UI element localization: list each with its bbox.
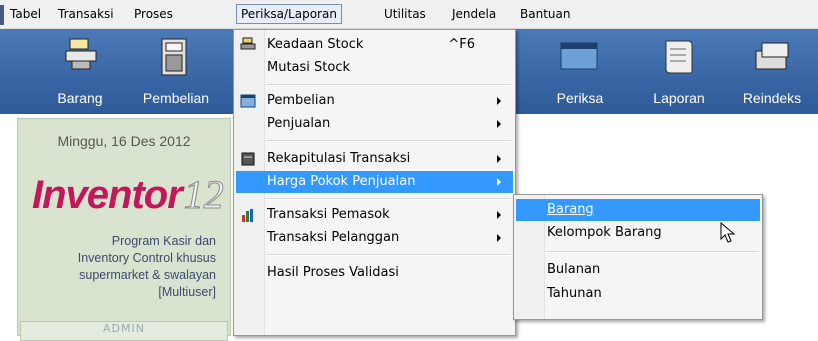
submenu-item-tahunan[interactable]: Tahunan [516, 283, 760, 305]
current-date: Minggu, 16 Des 2012 [57, 133, 191, 149]
menu-separator [266, 84, 511, 86]
desc-line: [Multiuser] [158, 285, 216, 299]
app-description: Program Kasir dan Inventory Control khus… [78, 233, 216, 301]
toolbar-pembelian-button[interactable]: Pembelian [126, 29, 226, 114]
menu-item-label: Harga Pokok Penjualan [267, 174, 416, 189]
menu-bar: Tabel Transaksi Proses Periksa/Laporan U… [0, 0, 818, 29]
toolbar-label: Pembelian [142, 90, 210, 106]
mouse-cursor-icon [720, 222, 736, 243]
menu-item-label: Mutasi Stock [267, 60, 351, 75]
menu-item-label: Keadaan Stock [267, 37, 364, 52]
menu-item-label: Penjualan [267, 116, 331, 131]
menu-item-mutasi-stock[interactable]: Mutasi Stock [236, 57, 513, 79]
menu-item-shortcut: ^F6 [448, 37, 475, 52]
harga-pokok-submenu: Barang Kelompok Barang Bulanan Tahunan [513, 194, 763, 320]
toolbar-laporan-button[interactable]: Laporan [642, 29, 716, 114]
stacked-boxes-icon [755, 42, 789, 70]
menu-separator [266, 198, 511, 200]
menu-item-label: Tahunan [547, 286, 602, 301]
desc-line: supermarket & swalayan [79, 268, 216, 282]
submenu-arrow-icon [497, 120, 501, 128]
toolbar-label: Reindeks [742, 90, 802, 106]
menu-tabel[interactable]: Tabel [6, 5, 45, 23]
menu-separator [266, 254, 511, 256]
menu-utilitas[interactable]: Utilitas [380, 5, 430, 23]
menu-item-label: Bulanan [547, 262, 601, 277]
menu-item-label: Transaksi Pelanggan [267, 230, 400, 245]
logo-number: 12 [183, 172, 224, 218]
toolbar-reindeks-button[interactable]: Reindeks [726, 29, 818, 114]
menu-item-label: Kelompok Barang [547, 225, 662, 240]
cash-register-icon [240, 37, 256, 50]
logo-text: Inventor [32, 173, 183, 217]
toolbar-periksa-button[interactable]: Periksa [545, 29, 615, 114]
grid-window-icon [560, 42, 598, 70]
calculator-icon [161, 38, 187, 76]
submenu-arrow-icon [497, 155, 501, 163]
menu-item-keadaan-stock[interactable]: Keadaan Stock ^F6 [236, 34, 513, 56]
bar-chart-icon [242, 209, 253, 222]
app-logo: Inventor12 [32, 171, 224, 231]
toolbar-label: Periksa [556, 90, 604, 106]
menu-proses[interactable]: Proses [130, 5, 177, 23]
periksa-laporan-menu: Keadaan Stock ^F6 Mutasi Stock Pembelian… [233, 29, 516, 336]
menu-separator [266, 140, 511, 142]
table-grid-icon [240, 94, 256, 108]
menu-item-label: Barang [547, 202, 594, 217]
submenu-arrow-icon [497, 234, 501, 242]
menu-item-harga-pokok-penjualan[interactable]: Harga Pokok Penjualan [236, 171, 513, 193]
submenu-item-bulanan[interactable]: Bulanan [516, 259, 760, 281]
menu-bantuan[interactable]: Bantuan [516, 5, 574, 23]
menu-item-rekapitulasi-transaksi[interactable]: Rekapitulasi Transaksi [236, 148, 513, 170]
user-label: ADMIN [20, 321, 228, 341]
desc-line: Program Kasir dan [111, 234, 216, 248]
submenu-arrow-icon [497, 211, 501, 219]
menu-periksa-laporan[interactable]: Periksa/Laporan [236, 4, 342, 24]
menu-item-hasil-proses-validasi[interactable]: Hasil Proses Validasi [236, 262, 513, 284]
menu-transaksi[interactable]: Transaksi [54, 5, 118, 23]
window-edge [0, 5, 4, 25]
menu-item-transaksi-pemasok[interactable]: Transaksi Pemasok [236, 204, 513, 226]
toolbar-barang-button[interactable]: Barang [40, 29, 120, 114]
menu-item-transaksi-pelanggan[interactable]: Transaksi Pelanggan [236, 227, 513, 249]
document-icon [241, 152, 255, 166]
toolbar-label: Barang [57, 90, 103, 106]
menu-item-label: Pembelian [267, 93, 335, 108]
menu-item-label: Transaksi Pemasok [267, 207, 390, 222]
menu-jendela[interactable]: Jendela [448, 5, 500, 23]
menu-item-label: Hasil Proses Validasi [267, 265, 399, 280]
submenu-arrow-icon [497, 97, 501, 105]
menu-item-pembelian[interactable]: Pembelian [236, 90, 513, 112]
submenu-arrow-icon [497, 178, 501, 186]
report-scroll-icon [665, 40, 693, 74]
desc-line: Inventory Control khusus [77, 251, 216, 265]
menu-item-label: Rekapitulasi Transaksi [267, 151, 411, 166]
toolbar-label: Laporan [653, 90, 705, 106]
menu-item-penjualan[interactable]: Penjualan [236, 113, 513, 135]
cash-register-icon [65, 38, 97, 70]
menu-separator [546, 251, 758, 253]
submenu-item-barang[interactable]: Barang [516, 199, 760, 221]
info-panel: Minggu, 16 Des 2012 Inventor12 Program K… [17, 118, 231, 341]
